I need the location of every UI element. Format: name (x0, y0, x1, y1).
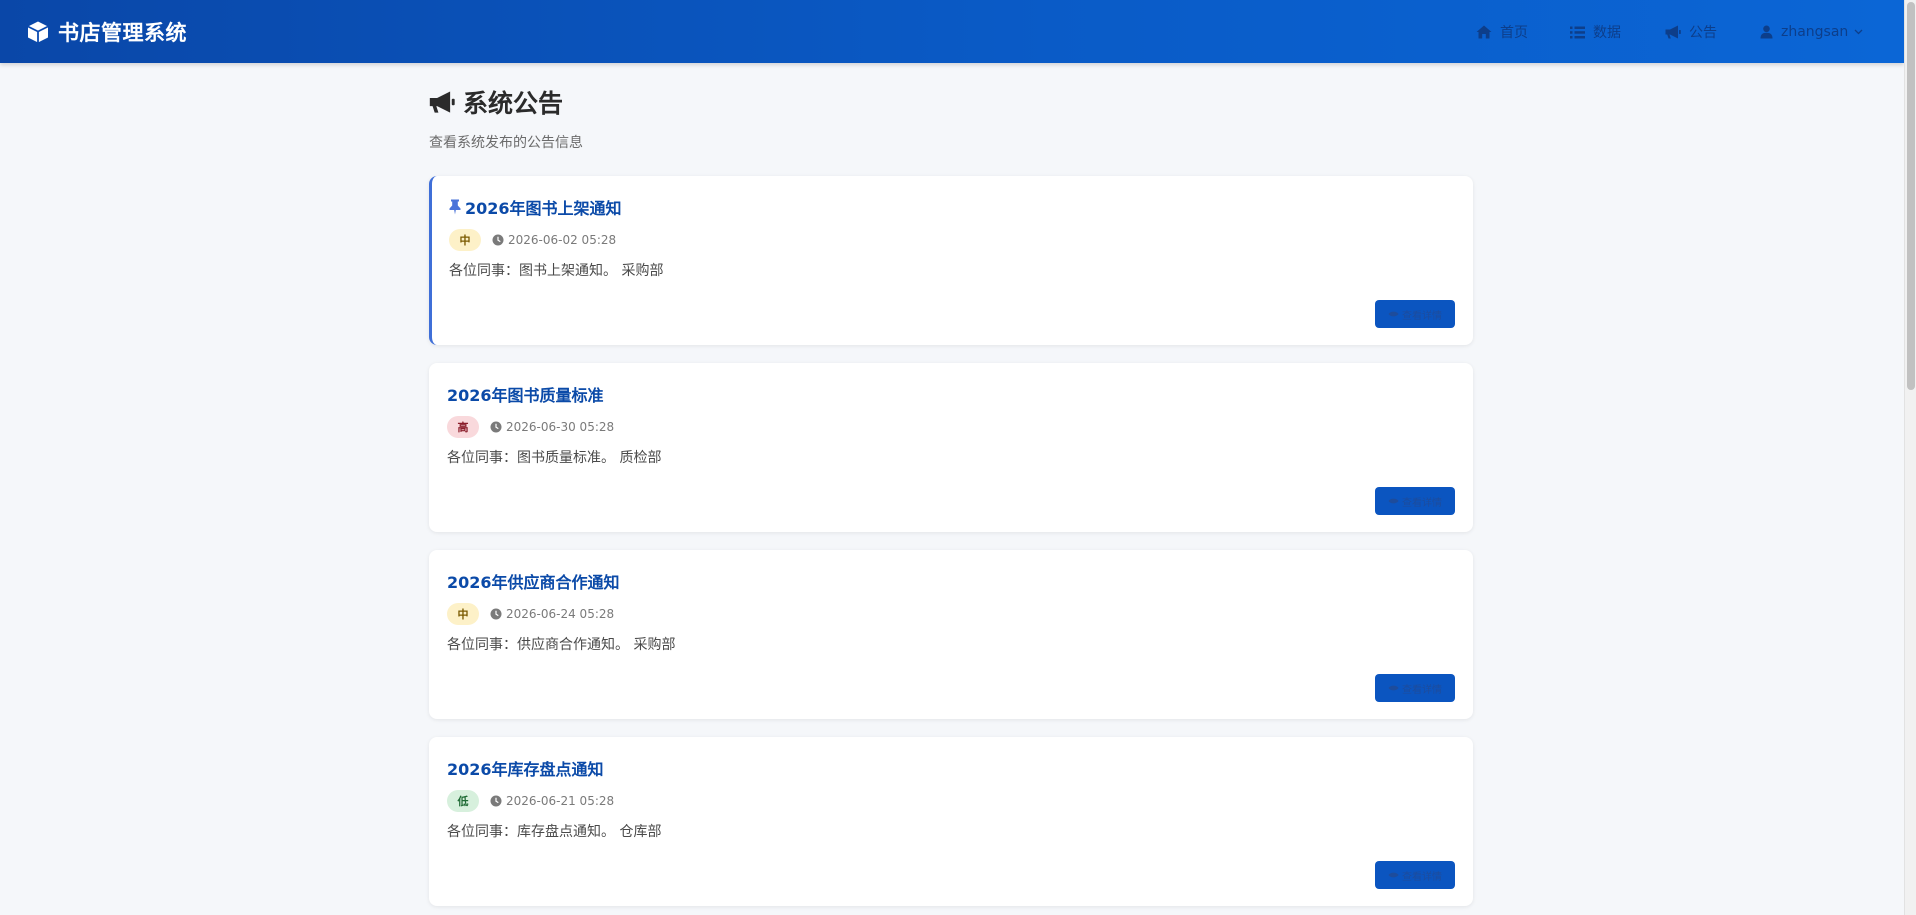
user-icon (1760, 25, 1773, 39)
notice-title[interactable]: 2026年图书质量标准 (447, 383, 604, 405)
notice-title[interactable]: 2026年供应商合作通知 (447, 570, 620, 592)
list-icon (1570, 26, 1585, 38)
page-title-text: 系统公告 (463, 89, 564, 118)
notice-title-text: 2026年库存盘点通知 (447, 760, 604, 779)
clock-icon (490, 795, 502, 807)
notice-title-text: 2026年供应商合作通知 (447, 573, 620, 592)
notice-time-text: 2026-06-21 05:28 (506, 794, 615, 808)
view-detail-label: 查看详情 (1402, 497, 1442, 509)
page-subtitle: 查看系统发布的公告信息 (429, 135, 583, 151)
nav-notice[interactable]: 公告 (1665, 22, 1717, 42)
priority-badge: 低 (447, 790, 479, 812)
notice-meta: 高 2026-06-30 05:28 (447, 416, 614, 438)
notice-card: 2026年图书上架通知 中 2026-06-02 05:28 各位同事：图书上架… (429, 176, 1473, 345)
notice-time: 2026-06-21 05:28 (490, 794, 614, 808)
nav-notice-label: 公告 (1689, 25, 1717, 41)
notice-time-text: 2026-06-02 05:28 (508, 233, 617, 247)
nav-home[interactable]: 首页 (1476, 22, 1528, 42)
notice-meta: 低 2026-06-21 05:28 (447, 790, 614, 812)
notice-content: 各位同事：库存盘点通知。 仓库部 (447, 824, 662, 840)
view-detail-button[interactable]: 查看详情 (1375, 300, 1455, 328)
priority-badge: 中 (449, 229, 481, 251)
notice-content: 各位同事：图书质量标准。 质检部 (447, 450, 662, 466)
notice-content: 各位同事：图书上架通知。 采购部 (449, 263, 664, 279)
eye-icon (1388, 872, 1399, 878)
view-detail-label: 查看详情 (1402, 871, 1442, 883)
notice-title-text: 2026年图书上架通知 (465, 199, 622, 218)
view-detail-button[interactable]: 查看详情 (1375, 487, 1455, 515)
vertical-scrollbar[interactable] (1904, 0, 1916, 915)
notice-card: 2026年库存盘点通知 低 2026-06-21 05:28 各位同事：库存盘点… (429, 737, 1473, 906)
bullhorn-icon (429, 91, 455, 113)
cube-icon (27, 21, 49, 43)
clock-icon (490, 421, 502, 433)
thumbtack-icon (449, 199, 461, 215)
nav-data[interactable]: 数据 (1570, 22, 1621, 42)
notice-time-text: 2026-06-24 05:28 (506, 607, 615, 621)
notice-meta: 中 2026-06-24 05:28 (447, 603, 614, 625)
notice-time: 2026-06-02 05:28 (492, 233, 616, 247)
username: zhangsan (1781, 24, 1849, 40)
clock-icon (492, 234, 504, 246)
notice-card: 2026年图书质量标准 高 2026-06-30 05:28 各位同事：图书质量… (429, 363, 1473, 532)
top-navbar: 书店管理系统 首页 数据 公告 zhangsan (0, 0, 1904, 63)
bullhorn-icon (1665, 25, 1681, 39)
clock-icon (490, 608, 502, 620)
view-detail-button[interactable]: 查看详情 (1375, 861, 1455, 889)
user-menu[interactable]: zhangsan (1760, 22, 1871, 42)
nav-home-label: 首页 (1500, 25, 1528, 41)
priority-badge: 高 (447, 416, 479, 438)
notice-title[interactable]: 2026年库存盘点通知 (447, 757, 604, 779)
eye-icon (1388, 311, 1399, 317)
nav-data-label: 数据 (1593, 25, 1621, 41)
brand-logo[interactable]: 书店管理系统 (26, 18, 187, 46)
brand-name: 书店管理系统 (58, 21, 187, 45)
view-detail-label: 查看详情 (1402, 684, 1442, 696)
priority-badge: 中 (447, 603, 479, 625)
home-icon (1476, 25, 1492, 39)
eye-icon (1388, 498, 1399, 504)
notice-time: 2026-06-30 05:28 (490, 420, 614, 434)
notice-content: 各位同事：供应商合作通知。 采购部 (447, 637, 676, 653)
chevron-down-icon (1854, 29, 1863, 35)
notice-card: 2026年供应商合作通知 中 2026-06-24 05:28 各位同事：供应商… (429, 550, 1473, 719)
view-detail-button[interactable]: 查看详情 (1375, 674, 1455, 702)
notice-meta: 中 2026-06-02 05:28 (449, 229, 616, 251)
notice-time: 2026-06-24 05:28 (490, 607, 614, 621)
view-detail-label: 查看详情 (1402, 310, 1442, 322)
notice-title-text: 2026年图书质量标准 (447, 386, 604, 405)
eye-icon (1388, 685, 1399, 691)
scrollbar-thumb[interactable] (1907, 2, 1915, 390)
notice-title[interactable]: 2026年图书上架通知 (449, 196, 622, 218)
notice-time-text: 2026-06-30 05:28 (506, 420, 615, 434)
page-title: 系统公告 (429, 84, 563, 120)
